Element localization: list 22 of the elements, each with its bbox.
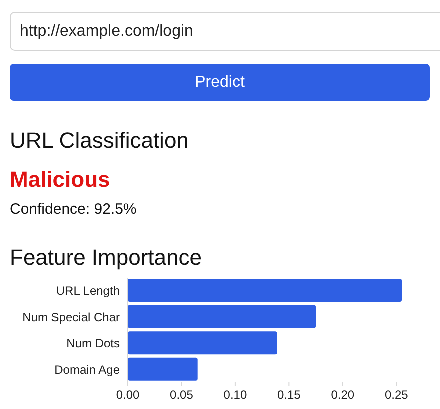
url-input[interactable]: http://example.com/login	[10, 12, 440, 51]
confidence-text: Confidence: 92.5%	[10, 200, 138, 220]
category-label: Domain Age	[54, 362, 120, 377]
tick-label: 0.05	[170, 388, 194, 400]
bar	[128, 358, 198, 381]
category-label: Num Special Char	[22, 310, 120, 324]
category-label: Num Dots	[66, 336, 120, 351]
tick-mark	[342, 382, 344, 386]
section-heading: Feature Importance	[10, 244, 203, 272]
section-heading: URL Classification	[10, 127, 190, 155]
predict-button[interactable]: Predict	[10, 64, 430, 101]
tick-mark	[234, 382, 236, 386]
tick-mark	[288, 382, 290, 386]
tick-label: 0.15	[278, 388, 301, 400]
tick-label: 0.20	[331, 388, 355, 400]
tick-label: 0.25	[384, 388, 408, 400]
tick-mark	[181, 382, 182, 386]
tick-label: 0.00	[116, 388, 140, 400]
classification-result: Malicious	[10, 166, 112, 194]
tick-mark	[396, 382, 398, 386]
tick-label: 0.10	[224, 388, 248, 400]
category-label: URL Length	[56, 284, 120, 298]
